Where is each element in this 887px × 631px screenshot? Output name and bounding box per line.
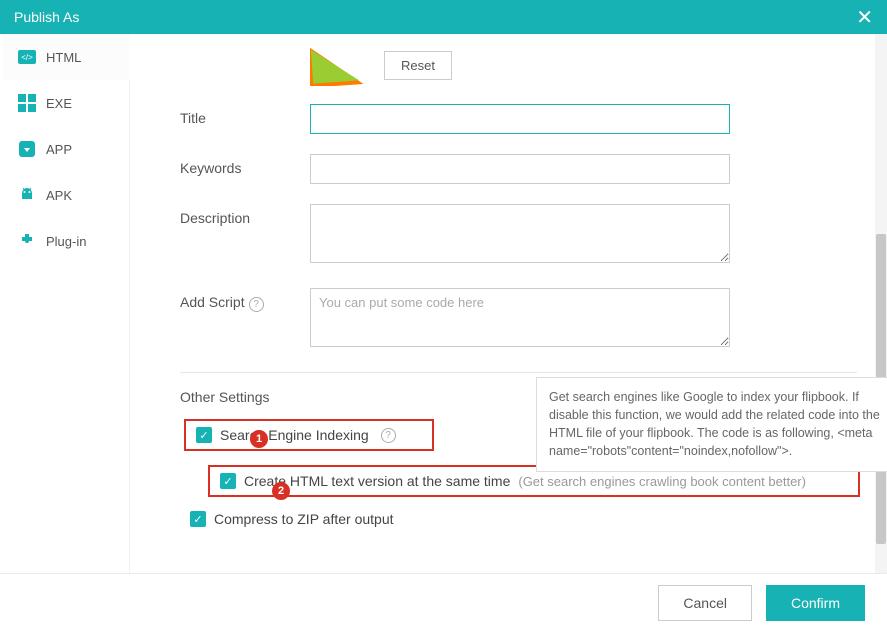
- description-label: Description: [180, 204, 310, 226]
- annotation-badge-1: 1: [250, 430, 268, 448]
- android-icon: [18, 186, 36, 204]
- thumbnail-preview: [310, 44, 370, 86]
- sidebar: </> HTML EXE APP APK Plug-in: [0, 34, 130, 589]
- title-label: Title: [180, 104, 310, 126]
- sidebar-item-html[interactable]: </> HTML: [0, 34, 129, 80]
- compress-row: ✓ Compress to ZIP after output: [190, 511, 857, 527]
- sidebar-item-app[interactable]: APP: [0, 126, 129, 172]
- annotation-badge-2: 2: [272, 482, 290, 500]
- sidebar-item-label: Plug-in: [46, 234, 86, 249]
- exe-icon: [18, 94, 36, 112]
- addscript-input[interactable]: [310, 288, 730, 347]
- keywords-input[interactable]: [310, 154, 730, 184]
- title-bar: Publish As ✕: [0, 0, 887, 34]
- html-icon: </>: [18, 48, 36, 66]
- cancel-button[interactable]: Cancel: [658, 585, 752, 621]
- sei-label: Search Engine Indexing: [220, 427, 369, 443]
- main-panel: Reset Title Keywords Description Add Scr…: [130, 34, 887, 589]
- description-input[interactable]: [310, 204, 730, 263]
- sidebar-item-apk[interactable]: APK: [0, 172, 129, 218]
- createhtml-checkbox[interactable]: ✓: [220, 473, 236, 489]
- sei-checkbox[interactable]: ✓: [196, 427, 212, 443]
- plugin-icon: [18, 232, 36, 250]
- divider: [180, 372, 857, 373]
- help-icon[interactable]: ?: [249, 297, 264, 312]
- sei-tooltip: Get search engines like Google to index …: [536, 377, 887, 472]
- svg-text:</>: </>: [21, 53, 33, 62]
- sidebar-item-label: APP: [46, 142, 72, 157]
- app-icon: [18, 140, 36, 158]
- sidebar-item-label: APK: [46, 188, 72, 203]
- compress-checkbox[interactable]: ✓: [190, 511, 206, 527]
- close-icon[interactable]: ✕: [856, 5, 873, 30]
- footer: Cancel Confirm: [0, 573, 887, 631]
- sidebar-item-label: EXE: [46, 96, 72, 111]
- sidebar-item-exe[interactable]: EXE: [0, 80, 129, 126]
- window-title: Publish As: [14, 9, 79, 25]
- sidebar-item-label: HTML: [46, 50, 81, 65]
- help-icon[interactable]: ?: [381, 428, 396, 443]
- addscript-label: Add Script?: [180, 288, 310, 312]
- sidebar-item-plugin[interactable]: Plug-in: [0, 218, 129, 264]
- createhtml-hint: (Get search engines crawling book conten…: [518, 474, 806, 489]
- compress-label: Compress to ZIP after output: [214, 511, 394, 527]
- keywords-label: Keywords: [180, 154, 310, 176]
- confirm-button[interactable]: Confirm: [766, 585, 865, 621]
- title-input[interactable]: [310, 104, 730, 134]
- reset-button[interactable]: Reset: [384, 51, 452, 80]
- search-engine-indexing-row: ✓ Search Engine Indexing ?: [184, 419, 434, 451]
